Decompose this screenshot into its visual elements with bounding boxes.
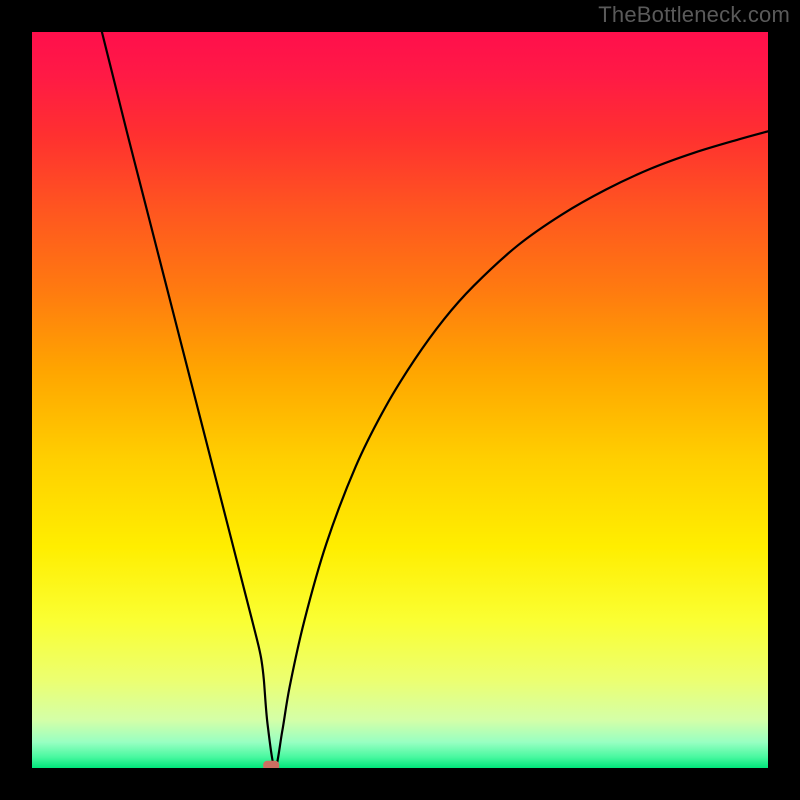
chart-outer: TheBottleneck.com	[0, 0, 800, 800]
chart-svg	[32, 32, 768, 768]
plot-area	[32, 32, 768, 768]
chart-background	[32, 32, 768, 768]
optimum-marker	[263, 761, 279, 768]
watermark-text: TheBottleneck.com	[598, 2, 790, 28]
